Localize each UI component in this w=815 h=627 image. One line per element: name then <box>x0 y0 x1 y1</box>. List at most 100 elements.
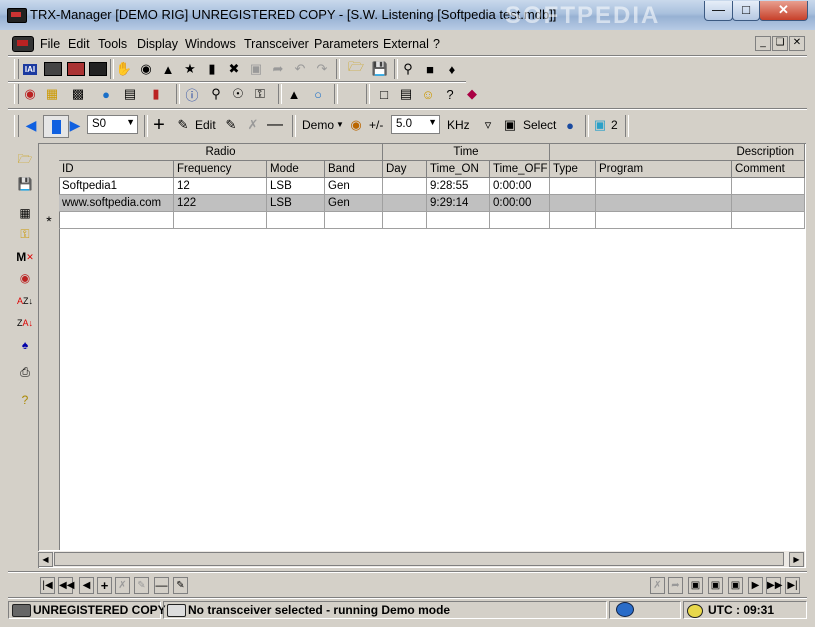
open-folder-icon[interactable]: 🗁 <box>346 59 366 79</box>
cell-band[interactable]: Gen <box>325 178 383 195</box>
world-search-icon[interactable]: ☉ <box>228 84 248 104</box>
scan-icon[interactable]: ■ <box>420 59 440 79</box>
last-record-icon[interactable]: ▶| <box>785 577 800 594</box>
smiley-icon[interactable]: ☺ <box>418 84 438 104</box>
bandscope-icon[interactable]: ▩ <box>68 84 88 104</box>
new-row-cell[interactable] <box>427 212 490 229</box>
column-header-time-off[interactable]: Time_OFF <box>490 161 550 178</box>
next-record-icon[interactable]: ▶ <box>748 577 763 594</box>
toolbar-grip[interactable] <box>14 115 19 137</box>
globe-icon[interactable]: ● <box>560 115 580 135</box>
new-row-cell[interactable] <box>732 212 805 229</box>
new-row-cell[interactable] <box>490 212 550 229</box>
radio-icon[interactable] <box>43 59 63 79</box>
lightbulb-icon[interactable]: ★ <box>180 59 200 79</box>
toolbar-grip[interactable] <box>14 59 19 79</box>
save-icon[interactable]: 💾 <box>15 174 35 194</box>
keys-icon[interactable]: ⚿ <box>15 224 35 244</box>
cell-frequency[interactable]: 12 <box>174 178 267 195</box>
cell-day[interactable] <box>383 178 427 195</box>
edit-label[interactable]: Edit <box>195 118 216 132</box>
new-row-cell[interactable] <box>59 212 174 229</box>
cell-program[interactable] <box>596 178 732 195</box>
close-button[interactable]: ✕ <box>759 1 808 21</box>
tag-icon[interactable]: ✎ <box>221 115 241 135</box>
internet-icon[interactable]: ○ <box>308 84 328 104</box>
new-row-cell[interactable] <box>596 212 732 229</box>
cancel-record-icon[interactable]: — <box>154 577 169 594</box>
next-page-icon[interactable]: ▶▶ <box>766 577 782 594</box>
child-close-button[interactable]: ✕ <box>789 36 805 51</box>
demo-label[interactable]: Demo <box>302 118 334 132</box>
prev-icon[interactable]: ◀ <box>21 115 41 135</box>
cell-time-off[interactable]: 0:00:00 <box>490 195 550 212</box>
cell-frequency[interactable]: 122 <box>174 195 267 212</box>
toolbar-grip[interactable] <box>14 84 19 104</box>
menu-windows[interactable]: Windows <box>185 37 236 51</box>
wolf-icon[interactable]: ▲ <box>284 84 304 104</box>
column-header-band[interactable]: Band <box>325 161 383 178</box>
refresh-icon[interactable]: ✎ <box>173 577 188 594</box>
column-header-mode[interactable]: Mode <box>267 161 325 178</box>
menu-external[interactable]: External <box>383 37 429 51</box>
globe-icon[interactable]: ● <box>96 84 116 104</box>
maximize-button[interactable]: □ <box>732 1 760 21</box>
column-header-id[interactable]: ID <box>59 161 174 178</box>
new-row-cell[interactable] <box>267 212 325 229</box>
scope-icon[interactable]: ◉ <box>136 59 156 79</box>
app-icon[interactable] <box>7 8 27 23</box>
database-icon[interactable]: ▤ <box>120 84 140 104</box>
first-record-icon[interactable]: |◀ <box>40 577 55 594</box>
new-row-cell[interactable] <box>325 212 383 229</box>
minus-icon[interactable]: — <box>265 115 285 135</box>
edit-icon[interactable]: ✎ <box>173 115 193 135</box>
help-icon[interactable]: ? <box>440 84 460 104</box>
transceiver-icon[interactable]: IAI <box>20 59 40 79</box>
cell-time-off[interactable]: 0:00:00 <box>490 178 550 195</box>
menu-file[interactable]: File <box>40 37 60 51</box>
grid-icon[interactable]: ▦ <box>15 203 35 223</box>
new-row-cell[interactable] <box>550 212 596 229</box>
info-icon[interactable]: ⓘ <box>182 84 202 104</box>
menu-help[interactable]: ? <box>433 37 440 51</box>
child-restore-button[interactable]: ❏ <box>772 36 788 51</box>
step-select[interactable]: 5.0 ▼ <box>391 115 440 134</box>
help-icon[interactable]: ? <box>15 390 35 410</box>
scrollbar-thumb[interactable] <box>54 552 784 566</box>
prior-record-icon[interactable]: ◀ <box>79 577 94 594</box>
tools-icon[interactable]: ✖ <box>224 59 244 79</box>
cell-comment[interactable] <box>732 195 805 212</box>
cell-comment[interactable] <box>732 178 805 195</box>
cell-id[interactable]: Softpedia1 <box>59 178 174 195</box>
rig-icon[interactable] <box>66 59 86 79</box>
add-icon[interactable]: + <box>149 114 169 136</box>
cell-program[interactable] <box>596 195 732 212</box>
minimize-button[interactable]: — <box>704 1 733 21</box>
key-icon[interactable]: ⚿ <box>250 84 270 104</box>
new-row-cell[interactable] <box>174 212 267 229</box>
cell-mode[interactable]: LSB <box>267 195 325 212</box>
column-header-time-on[interactable]: Time_ON <box>427 161 490 178</box>
memory-select[interactable]: S0 ▼ <box>87 115 138 134</box>
select-label[interactable]: Select <box>523 118 556 132</box>
sort-ascending-icon[interactable]: A Z↓ <box>15 291 35 311</box>
menu-transceiver[interactable]: Transceiver <box>244 37 309 51</box>
cell-type[interactable] <box>550 195 596 212</box>
open-folder-icon[interactable]: 🗁 <box>15 150 35 170</box>
spell-check-icon[interactable]: ♠ <box>15 335 35 355</box>
scroll-right-icon[interactable]: ▶ <box>789 552 804 567</box>
find-next-icon[interactable]: ▣ <box>708 577 723 594</box>
new-row-cell[interactable] <box>383 212 427 229</box>
antenna-icon[interactable]: ▲ <box>158 59 178 79</box>
filter-icon[interactable]: ▿ <box>478 115 498 135</box>
find-icon[interactable]: ▣ <box>688 577 703 594</box>
scroll-left-icon[interactable]: ◀ <box>38 552 53 567</box>
menu-tools[interactable]: Tools <box>98 37 127 51</box>
find-prev-icon[interactable]: ▣ <box>728 577 743 594</box>
notes-icon[interactable]: ◆ <box>462 84 482 104</box>
cell-time-on[interactable]: 9:28:55 <box>427 178 490 195</box>
child-window-icon[interactable] <box>12 36 34 52</box>
insert-record-icon[interactable]: + <box>97 577 112 594</box>
filter-icon[interactable]: ♦ <box>442 59 462 79</box>
mark-delete-icon[interactable]: M ✕ <box>15 247 35 267</box>
